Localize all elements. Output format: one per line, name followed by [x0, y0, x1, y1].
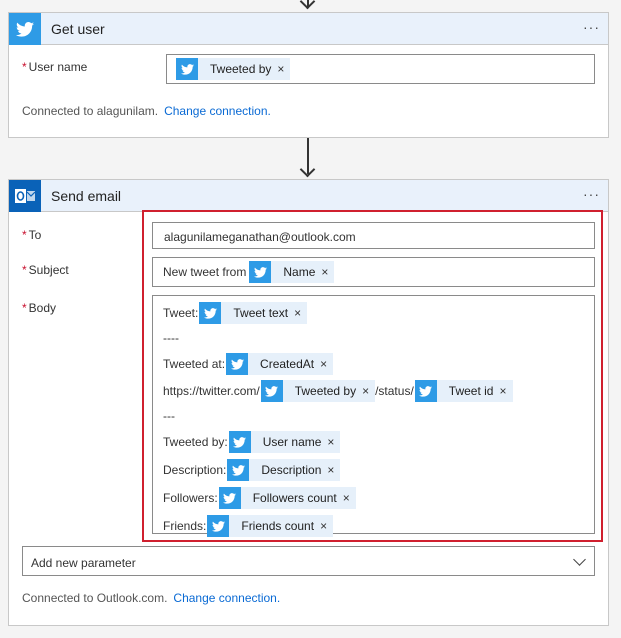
get-user-menu-button[interactable]: ···: [583, 19, 600, 35]
change-connection-link[interactable]: Change connection.: [173, 591, 280, 605]
connector-arrow-middle: [299, 161, 316, 178]
tweeted-by-token[interactable]: Tweeted by ×: [176, 58, 291, 80]
get-user-connection: Connected to alagunilam. Change connectio…: [22, 104, 271, 118]
outlook-icon: [9, 180, 41, 212]
add-new-parameter-label: Add new parameter: [31, 556, 136, 570]
add-new-parameter-dropdown[interactable]: Add new parameter: [22, 546, 595, 576]
chevron-down-icon: [573, 553, 586, 566]
user-name-label: * User name: [22, 60, 88, 74]
remove-token-button[interactable]: ×: [277, 62, 290, 76]
send-email-menu-button[interactable]: ···: [583, 186, 600, 202]
twitter-icon: [176, 58, 198, 80]
body-label: * Body: [22, 301, 57, 315]
send-email-connection: Connected to Outlook.com. Change connecti…: [22, 591, 281, 605]
change-connection-link[interactable]: Change connection.: [164, 104, 271, 118]
connector-arrow-top: [299, 0, 316, 10]
get-user-header[interactable]: Get user ···: [9, 13, 608, 45]
send-email-card: Send email ··· * To alagunilameganathan@o…: [8, 179, 609, 626]
send-email-title: Send email: [51, 188, 122, 204]
to-label: * To: [22, 228, 42, 242]
highlight-box: [142, 210, 603, 542]
get-user-title: Get user: [51, 21, 105, 37]
get-user-card: Get user ··· * User name Tweeted by × Con…: [8, 12, 609, 138]
subject-label: * Subject: [22, 263, 69, 277]
user-name-field[interactable]: Tweeted by ×: [166, 54, 595, 84]
send-email-header[interactable]: Send email ···: [9, 180, 608, 212]
twitter-icon: [9, 13, 41, 45]
